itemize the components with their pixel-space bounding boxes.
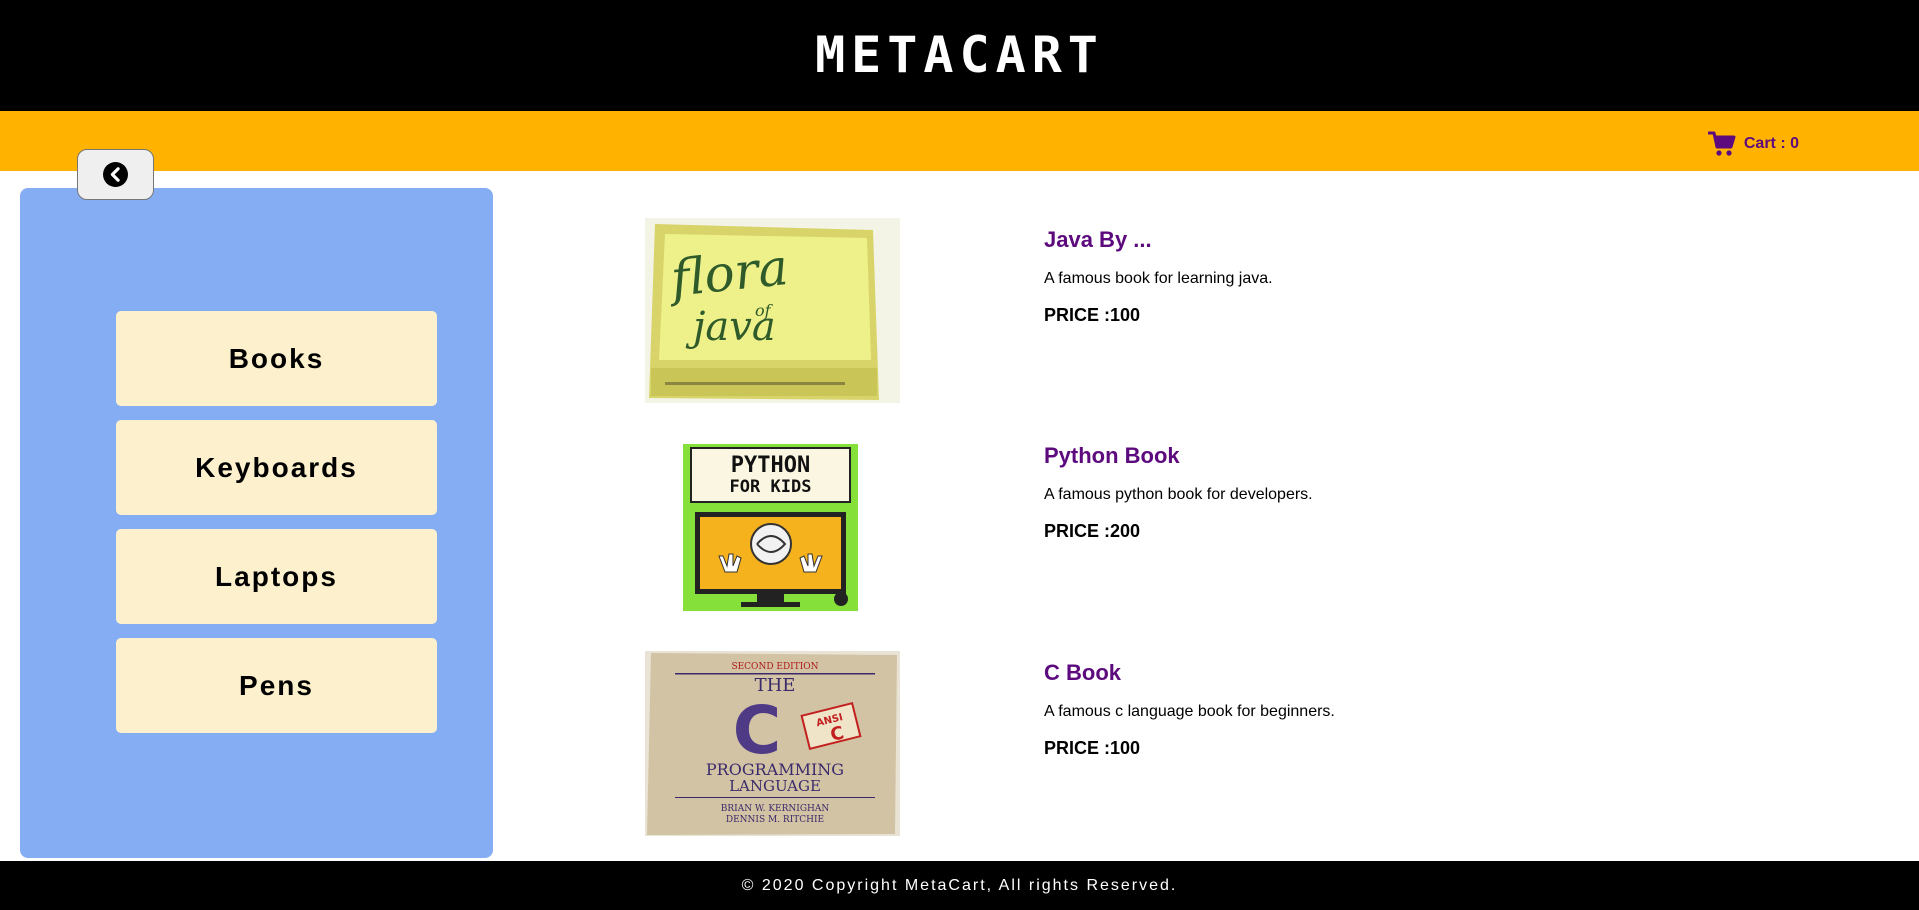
product-title-python[interactable]: Python Book	[1044, 443, 1180, 469]
svg-text:java: java	[685, 304, 776, 350]
svg-text:FOR KIDS: FOR KIDS	[730, 477, 812, 497]
category-pens-button[interactable]: Pens	[116, 638, 437, 733]
category-books-button[interactable]: Books	[116, 311, 437, 406]
svg-text:C: C	[733, 692, 781, 769]
site-header: METACART	[0, 0, 1919, 111]
svg-text:PYTHON: PYTHON	[731, 453, 810, 478]
product-price-java: PRICE :100	[1044, 305, 1141, 325]
product-price-c: PRICE :100	[1044, 738, 1141, 758]
copyright-text: © 2020 Copyright MetaCart, All rights Re…	[741, 876, 1178, 894]
svg-text:SECOND EDITION: SECOND EDITION	[731, 662, 818, 672]
product-title-c[interactable]: C Book	[1044, 660, 1121, 686]
brand-title: METACART	[815, 25, 1104, 84]
product-price-python: PRICE :200	[1044, 521, 1141, 541]
product-image-python[interactable]: PYTHON FOR KIDS	[683, 444, 858, 611]
shopping-cart-icon	[1707, 131, 1736, 157]
product-image-c[interactable]: SECOND EDITION THE C ANSI C PROGRAMMING …	[645, 651, 900, 836]
product-description-java: A famous book for learning java.	[1044, 270, 1273, 287]
product-title-java[interactable]: Java By ...	[1044, 227, 1152, 253]
category-keyboards-button[interactable]: Keyboards	[116, 420, 437, 515]
chevron-circle-left-icon	[103, 162, 128, 187]
cart-count-label: Cart : 0	[1743, 135, 1799, 152]
category-laptops-button[interactable]: Laptops	[116, 529, 437, 624]
nav-bar: Cart : 0	[0, 111, 1919, 171]
product-description-python: A famous python book for developers.	[1044, 486, 1313, 503]
svg-text:LANGUAGE: LANGUAGE	[729, 777, 821, 795]
product-image-java[interactable]: flora of java	[645, 218, 900, 403]
svg-text:BRIAN W. KERNIGHAN: BRIAN W. KERNIGHAN	[721, 804, 830, 814]
back-button[interactable]	[77, 149, 154, 200]
site-footer: © 2020 Copyright MetaCart, All rights Re…	[0, 861, 1919, 910]
svg-text:DENNIS M. RITCHIE: DENNIS M. RITCHIE	[726, 815, 824, 825]
cart-link[interactable]: Cart : 0	[1707, 131, 1799, 157]
product-description-c: A famous c language book for beginners.	[1044, 703, 1335, 720]
category-sidebar: Books Keyboards Laptops Pens	[20, 188, 493, 858]
